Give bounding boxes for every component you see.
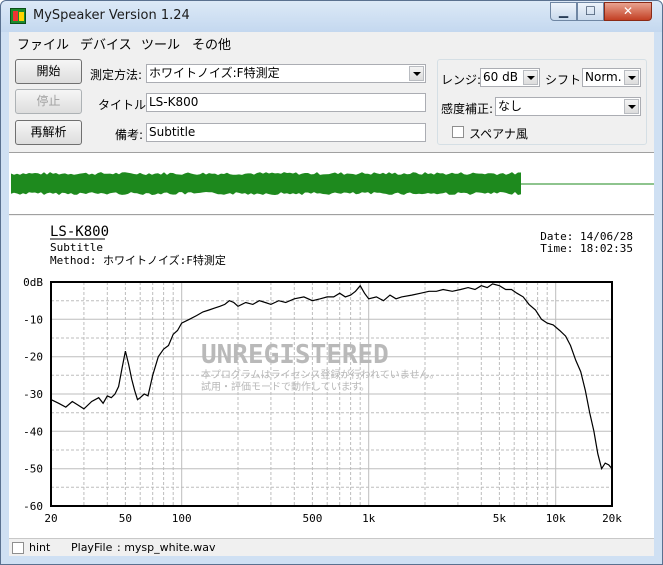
menu-file[interactable]: ファイル [17,34,69,53]
shift-label: シフト: [545,73,586,87]
report-time: Time: 18:02:35 [540,242,633,255]
sensitivity-select[interactable]: なし [495,97,641,116]
app-window: MySpeaker Version 1.24 ▁ ☐ ✕ ファイル デバイス ツ… [0,0,663,565]
range-select[interactable]: 60 dB [480,68,540,87]
watermark-line2: 本プログラムはライセンス登録が行われていません。 [201,368,439,381]
watermark-line3: 試用・評価モードで動作しています。 [201,380,370,393]
report-method: Method: ホワイトノイズ:F特測定 [50,253,226,267]
title-label: タイトル: [98,98,151,112]
sensitivity-value: なし [498,99,523,113]
chevron-down-icon[interactable] [624,99,639,114]
y-tick-label: 0dB [23,276,43,289]
menu-other[interactable]: その他 [192,34,231,53]
title-input[interactable]: LS-K800 [146,93,426,112]
client-area: ファイル デバイス ツール その他 開始 停止 再解析 測定方法: ホワイトノイ… [9,32,654,556]
shift-value: Norm. [585,70,622,84]
title-bar[interactable]: MySpeaker Version 1.24 ▁ ☐ ✕ [1,1,662,32]
menu-bar: ファイル デバイス ツール その他 [9,32,654,53]
y-tick-label: -20 [23,351,43,364]
chevron-down-icon[interactable] [624,70,639,85]
start-button[interactable]: 開始 [15,59,82,84]
watermark-title: UNREGISTERED [201,340,389,370]
playfile-value: : mysp_white.wav [117,541,216,554]
close-button[interactable]: ✕ [604,2,652,21]
settings-group: レンジ: 60 dB シフト: Norm. 感度補正: なし スペアナ風 [437,59,647,145]
note-input[interactable]: Subtitle [146,123,426,142]
method-select[interactable]: ホワイトノイズ:F特測定 [146,64,426,83]
hint-checkbox[interactable] [12,542,24,554]
chevron-down-icon[interactable] [409,66,424,81]
waveform-display [11,172,654,195]
x-tick-label: 500 [302,512,322,525]
report-canvas: LS-K800 Subtitle Method: ホワイトノイズ:F特測定 Da… [23,224,633,525]
report-title: LS-K800 [50,224,109,240]
app-icon[interactable] [10,8,26,24]
range-label: レンジ: [441,73,482,87]
window-title: MySpeaker Version 1.24 [33,8,190,23]
maximize-icon: ☐ [585,4,596,18]
close-icon: ✕ [622,4,634,18]
waveform-panel [9,152,654,215]
menu-device[interactable]: デバイス [80,34,132,53]
x-tick-label: 50 [119,512,132,525]
waveform-shape [11,172,521,195]
maximize-button[interactable]: ☐ [577,2,604,21]
x-tick-label: 5k [493,512,507,525]
minimize-button[interactable]: ▁ [550,2,577,21]
method-value: ホワイトノイズ:F特測定 [149,66,280,80]
spectrum-label[interactable]: スペアナ風 [469,125,528,142]
reanalyze-button[interactable]: 再解析 [15,120,82,145]
menu-tools[interactable]: ツール [141,34,180,53]
y-tick-label: -30 [23,388,43,401]
playfile-label: PlayFile [71,541,113,554]
status-bar: hint PlayFile : mysp_white.wav [9,538,654,556]
y-tick-label: -50 [23,463,43,476]
y-tick-label: -10 [23,313,43,326]
x-tick-label: 100 [172,512,192,525]
method-label: 測定方法: [90,68,143,82]
controls-panel: 開始 停止 再解析 測定方法: ホワイトノイズ:F特測定 タイトル: LS-K8… [9,53,654,153]
range-value: 60 dB [483,70,518,84]
y-tick-label: -40 [23,425,43,438]
hint-label[interactable]: hint [29,541,50,554]
minimize-icon: ▁ [558,4,569,18]
sensitivity-label: 感度補正: [441,102,494,116]
x-tick-label: 10k [546,512,566,525]
shift-select[interactable]: Norm. [582,68,641,87]
y-tick-label: -60 [23,500,43,513]
chevron-down-icon[interactable] [523,70,538,85]
spectrum-checkbox[interactable] [452,126,464,138]
x-tick-label: 1k [362,512,376,525]
note-label: 備考: [115,128,144,142]
x-tick-label: 20k [602,512,622,525]
x-tick-label: 20 [44,512,57,525]
report-panel: LS-K800 Subtitle Method: ホワイトノイズ:F特測定 Da… [9,216,654,538]
stop-button[interactable]: 停止 [15,89,82,114]
report-subtitle: Subtitle [50,241,103,254]
